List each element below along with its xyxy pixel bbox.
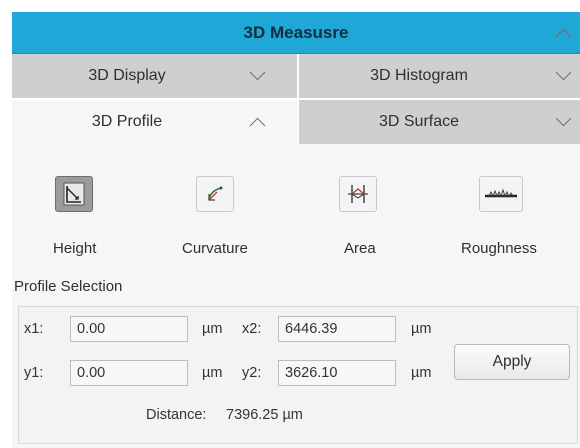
y2-label: y2:	[242, 365, 262, 381]
chevron-down-icon	[249, 64, 266, 81]
roughness-icon	[485, 188, 517, 198]
y1-field[interactable]: 0.00	[70, 360, 188, 386]
panel-title: 3D Measusre	[243, 23, 349, 42]
tool-label: Roughness	[461, 240, 537, 257]
profile-selection-label: Profile Selection	[14, 278, 123, 295]
tab-3d-histogram[interactable]: 3D Histogram	[299, 54, 580, 98]
chevron-down-icon	[555, 110, 572, 127]
tool-curvature[interactable]: Curvature	[180, 176, 280, 266]
panel-header[interactable]: 3D Measusre	[12, 12, 580, 54]
tool-label: Area	[344, 240, 376, 257]
apply-button[interactable]: Apply	[454, 344, 570, 380]
curvature-button[interactable]	[196, 176, 234, 212]
tab-3d-display[interactable]: 3D Display	[12, 54, 297, 98]
height-button[interactable]	[55, 176, 93, 212]
x1-field[interactable]: 0.00	[70, 316, 188, 342]
tab-label: 3D Profile	[91, 113, 163, 130]
chevron-down-icon	[555, 64, 572, 81]
distance-value: 7396.25 µm	[226, 407, 303, 423]
tool-height[interactable]: Height	[34, 176, 114, 266]
area-button[interactable]	[339, 176, 377, 212]
y2-field[interactable]: 3626.10	[278, 360, 396, 386]
x2-label: x2:	[242, 321, 262, 337]
x2-field[interactable]: 6446.39	[278, 316, 396, 342]
measure-panel: 3D Measusre 3D Display 3D Histogram 3D P…	[12, 12, 580, 448]
tab-label: 3D Histogram	[370, 67, 468, 84]
tool-label: Height	[53, 240, 97, 257]
area-icon	[348, 185, 368, 203]
x1-label: x1:	[24, 321, 44, 337]
tool-label: Curvature	[182, 240, 248, 257]
roughness-button[interactable]	[479, 176, 523, 212]
x2-unit: µm	[411, 321, 432, 337]
y2-unit: µm	[411, 365, 432, 381]
chevron-up-icon	[249, 117, 266, 134]
tab-label: 3D Display	[88, 67, 166, 84]
y1-unit: µm	[202, 365, 223, 381]
distance-label: Distance:	[146, 407, 207, 423]
tool-roughness[interactable]: Roughness	[458, 176, 568, 266]
tab-3d-profile[interactable]: 3D Profile	[12, 100, 297, 144]
height-icon	[63, 182, 85, 206]
x1-unit: µm	[202, 321, 223, 337]
tool-area[interactable]: Area	[332, 176, 412, 266]
y1-label: y1:	[24, 365, 44, 381]
tab-3d-surface[interactable]: 3D Surface	[299, 100, 580, 144]
curvature-icon	[208, 186, 223, 201]
tab-label: 3D Surface	[378, 113, 460, 130]
